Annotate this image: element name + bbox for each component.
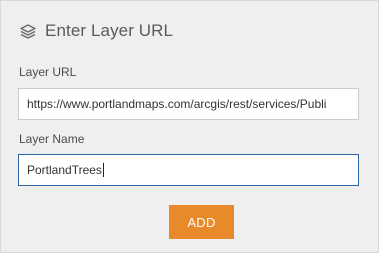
panel-header: Enter Layer URL [19, 19, 173, 43]
text-caret [102, 162, 104, 177]
layer-name-value: PortlandTrees [27, 163, 102, 177]
add-layer-panel: Enter Layer URL Layer URL https://www.po… [0, 0, 379, 253]
layer-url-label: Layer URL [19, 65, 77, 79]
panel-title: Enter Layer URL [45, 21, 174, 40]
layer-name-input[interactable]: PortlandTrees [18, 154, 359, 186]
layers-icon [19, 22, 37, 40]
layer-url-input[interactable]: https://www.portlandmaps.com/arcgis/rest… [18, 88, 359, 120]
add-button[interactable]: ADD [169, 205, 234, 239]
layer-name-label: Layer Name [19, 132, 85, 146]
layer-url-value: https://www.portlandmaps.com/arcgis/rest… [27, 97, 327, 111]
